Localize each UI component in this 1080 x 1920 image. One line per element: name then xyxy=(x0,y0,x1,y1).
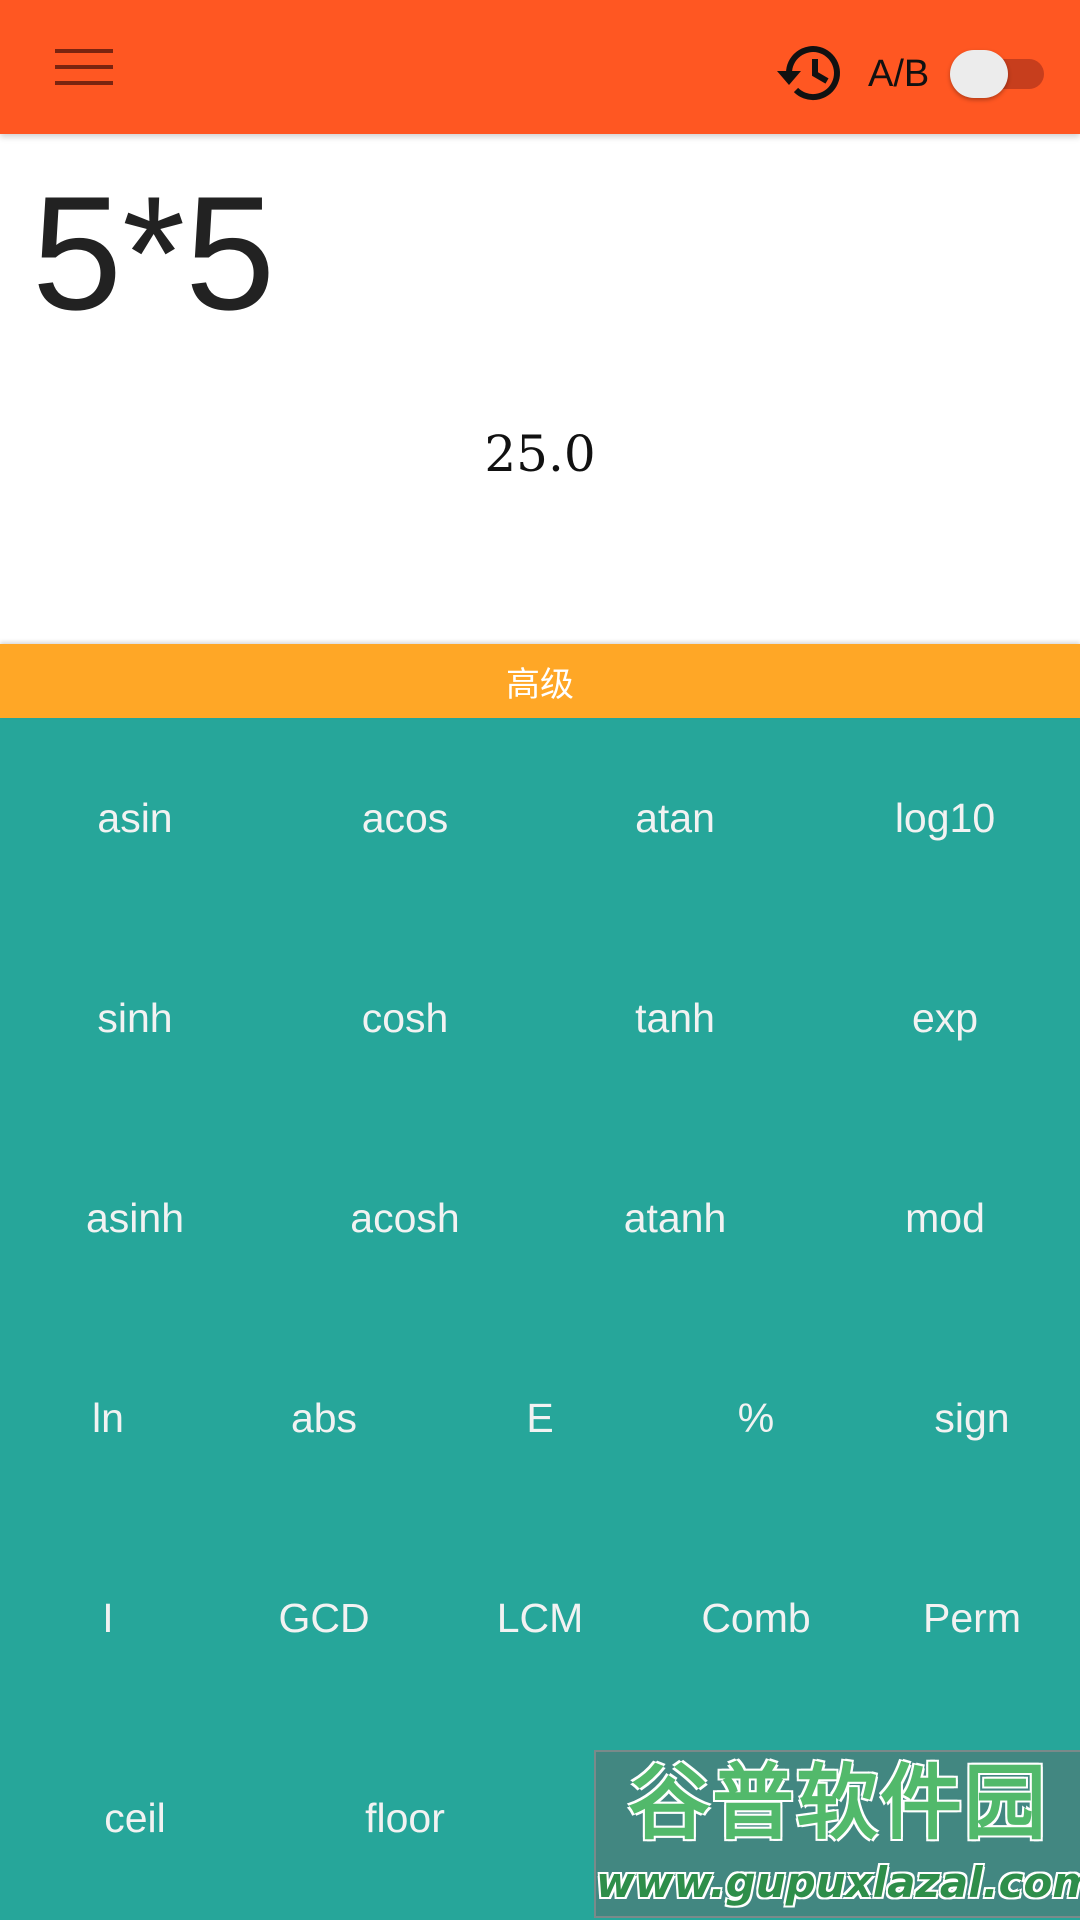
key-abs[interactable]: abs xyxy=(216,1318,432,1518)
watermark-title: 谷普软件园 xyxy=(627,1756,1048,1851)
key-percent[interactable]: % xyxy=(648,1318,864,1518)
key-e[interactable]: E xyxy=(432,1318,648,1518)
key-mod[interactable]: mod xyxy=(810,1118,1080,1318)
hamburger-menu-icon xyxy=(55,49,113,85)
key-i[interactable]: I xyxy=(0,1518,216,1718)
key-lcm[interactable]: LCM xyxy=(432,1518,648,1718)
key-exp[interactable]: exp xyxy=(810,918,1080,1118)
key-atan[interactable]: atan xyxy=(540,718,810,918)
keypad-row-3: asinh acosh atanh mod xyxy=(0,1118,1080,1318)
ab-mode-label: A/B xyxy=(868,53,930,95)
ab-mode-toggle[interactable] xyxy=(950,50,1046,98)
calculator-screen: A/B 5*5 25.0 高级 asin acos atan log10 sin… xyxy=(0,0,1080,1920)
key-ln[interactable]: ln xyxy=(0,1318,216,1518)
key-asin[interactable]: asin xyxy=(0,718,270,918)
key-ceil[interactable]: ceil xyxy=(0,1718,270,1918)
key-acos[interactable]: acos xyxy=(270,718,540,918)
keypad-row-5: I GCD LCM Comb Perm xyxy=(0,1518,1080,1718)
key-asinh[interactable]: asinh xyxy=(0,1118,270,1318)
key-sign[interactable]: sign xyxy=(864,1318,1080,1518)
keypad-row-4: ln abs E % sign xyxy=(0,1318,1080,1518)
key-tanh[interactable]: tanh xyxy=(540,918,810,1118)
key-gcd[interactable]: GCD xyxy=(216,1518,432,1718)
keypad-row-2: sinh cosh tanh exp xyxy=(0,918,1080,1118)
history-button[interactable] xyxy=(772,38,848,108)
history-icon xyxy=(777,46,840,101)
key-log10[interactable]: log10 xyxy=(810,718,1080,918)
key-floor[interactable]: floor xyxy=(270,1718,540,1918)
key-comb[interactable]: Comb xyxy=(648,1518,864,1718)
advanced-panel-toggle[interactable]: 高级 xyxy=(0,644,1080,718)
key-cosh[interactable]: cosh xyxy=(270,918,540,1118)
key-perm[interactable]: Perm xyxy=(864,1518,1080,1718)
key-sinh[interactable]: sinh xyxy=(0,918,270,1118)
result-text: 25.0 xyxy=(484,425,596,483)
key-atanh[interactable]: atanh xyxy=(540,1118,810,1318)
watermark-logo: 谷普软件园 www.gupuxlazal.com xyxy=(594,1750,1080,1918)
app-bar: A/B xyxy=(0,0,1080,134)
toggle-thumb xyxy=(950,50,1008,98)
keypad-row-1: asin acos atan log10 xyxy=(0,718,1080,918)
menu-button[interactable] xyxy=(36,30,132,104)
watermark-url: www.gupuxlazal.com xyxy=(596,1858,1080,1907)
display-area: 5*5 25.0 xyxy=(0,134,1080,644)
advanced-keypad: asin acos atan log10 sinh cosh tanh exp … xyxy=(0,718,1080,1920)
key-acosh[interactable]: acosh xyxy=(270,1118,540,1318)
expression-text[interactable]: 5*5 xyxy=(32,164,275,344)
